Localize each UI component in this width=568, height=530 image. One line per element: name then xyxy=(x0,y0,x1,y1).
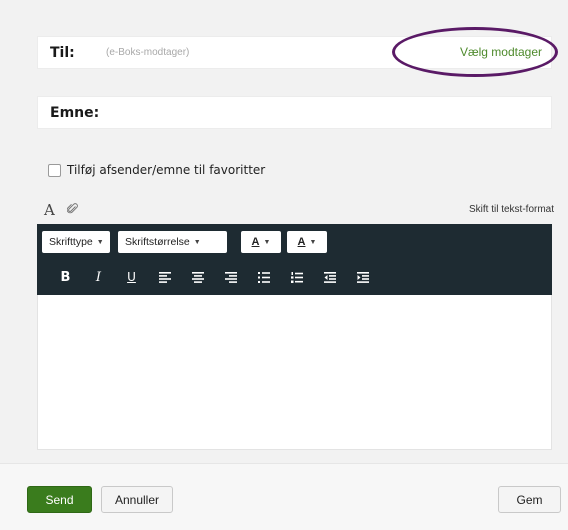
align-right-icon xyxy=(224,271,237,283)
bullet-list-icon xyxy=(257,271,270,283)
font-tab-icon[interactable]: A xyxy=(44,201,56,229)
background-color-dropdown[interactable]: A ▼ xyxy=(287,231,327,253)
align-left-button[interactable] xyxy=(148,267,181,287)
chevron-down-icon: ▼ xyxy=(263,238,271,246)
font-family-label: Skrifttype xyxy=(49,236,93,248)
editor-toolbar: Skrifttype ▼ Skriftstørrelse ▼ A ▼ A ▼ B… xyxy=(37,224,552,295)
underline-button[interactable]: U xyxy=(115,267,148,287)
align-right-button[interactable] xyxy=(214,267,247,287)
recipient-label: Til: xyxy=(50,45,75,61)
favorites-label: Tilføj afsender/emne til favoritter xyxy=(67,163,266,177)
favorites-option[interactable]: Tilføj afsender/emne til favoritter xyxy=(48,163,265,177)
message-editor[interactable] xyxy=(37,295,552,450)
editor-tabs: A xyxy=(44,201,79,229)
switch-to-text-format-link[interactable]: Skift til tekst-format xyxy=(469,204,554,215)
chevron-down-icon: ▼ xyxy=(193,238,201,246)
italic-button[interactable]: I xyxy=(82,267,115,287)
save-button[interactable]: Gem xyxy=(498,486,561,513)
favorites-checkbox[interactable] xyxy=(48,163,61,177)
recipient-placeholder[interactable]: (e-Boks-modtager) xyxy=(106,47,189,58)
outdent-icon xyxy=(323,271,336,283)
chevron-down-icon: ▼ xyxy=(96,238,104,246)
font-size-dropdown[interactable]: Skriftstørrelse ▼ xyxy=(118,231,227,253)
text-color-icon: A xyxy=(251,236,260,248)
compose-panel: Til: (e-Boks-modtager) Vælg modtager Emn… xyxy=(0,0,568,463)
cancel-button[interactable]: Annuller xyxy=(101,486,173,513)
underline-icon: U xyxy=(127,270,136,284)
align-center-button[interactable] xyxy=(181,267,214,287)
toolbar-row-formatting: B I U xyxy=(49,267,379,287)
font-size-label: Skriftstørrelse xyxy=(125,236,190,248)
highlight-ring xyxy=(392,27,558,77)
font-family-dropdown[interactable]: Skrifttype ▼ xyxy=(42,231,110,253)
italic-icon: I xyxy=(95,269,102,285)
send-button[interactable]: Send xyxy=(27,486,92,513)
action-bar: Send Annuller Gem xyxy=(0,463,568,530)
bullet-list-button[interactable] xyxy=(247,267,280,287)
toolbar-row-dropdowns: Skrifttype ▼ Skriftstørrelse ▼ A ▼ A ▼ xyxy=(42,231,327,253)
indent-icon xyxy=(356,271,369,283)
text-color-dropdown[interactable]: A ▼ xyxy=(241,231,281,253)
bold-icon: B xyxy=(60,269,71,285)
chevron-down-icon: ▼ xyxy=(309,238,317,246)
subject-field[interactable]: Emne: xyxy=(37,96,552,129)
numbered-list-icon xyxy=(290,271,303,283)
paperclip-icon[interactable] xyxy=(66,202,79,218)
subject-label: Emne: xyxy=(50,105,100,121)
background-color-icon: A xyxy=(297,236,306,248)
align-center-icon xyxy=(191,271,204,283)
numbered-list-button[interactable] xyxy=(280,267,313,287)
align-left-icon xyxy=(158,271,171,283)
bold-button[interactable]: B xyxy=(49,267,82,287)
outdent-button[interactable] xyxy=(313,267,346,287)
indent-button[interactable] xyxy=(346,267,379,287)
